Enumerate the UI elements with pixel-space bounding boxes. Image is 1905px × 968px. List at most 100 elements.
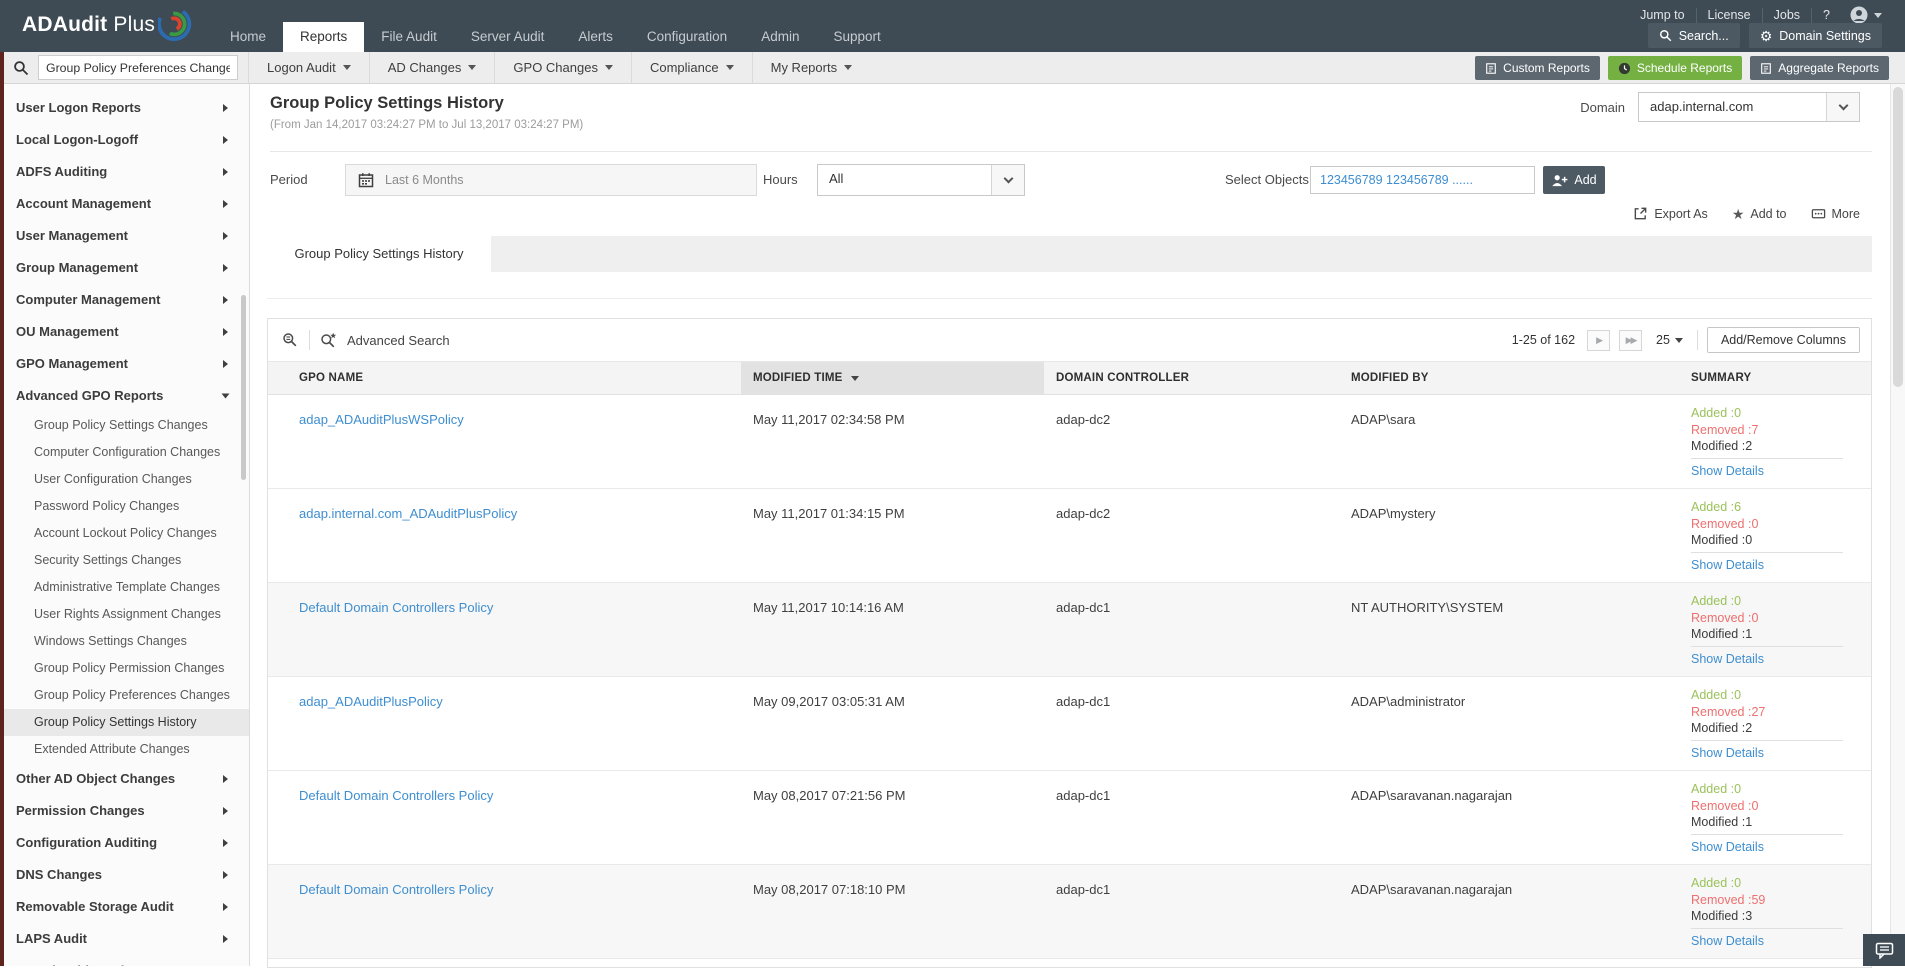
advanced-search-icon[interactable] [320, 332, 337, 349]
report-menu-item[interactable]: Logon Audit [248, 52, 369, 83]
sidebar-item[interactable]: Group Policy Preferences Changes [0, 682, 249, 709]
sidebar-item[interactable]: Extended Attribute Changes [0, 736, 249, 763]
sidebar-item[interactable]: GPO Management [0, 348, 249, 380]
nav-tab[interactable]: Alerts [561, 22, 630, 52]
sidebar-item[interactable]: LAPS Audit [0, 923, 249, 955]
add-remove-columns-button[interactable]: Add/Remove Columns [1707, 327, 1860, 353]
gpo-name-link[interactable]: adap.internal.com_ADAuditPlusPolicy [299, 506, 517, 521]
gpo-name-link[interactable]: adap_ADAuditPlusPolicy [299, 694, 443, 709]
next-page-button[interactable]: ▶ [1587, 330, 1610, 351]
sidebar-item[interactable]: Group Management [0, 252, 249, 284]
sidebar-item[interactable]: Password Policy Changes [0, 493, 249, 520]
chevron-down-icon [605, 65, 613, 70]
show-details-link[interactable]: Show Details [1691, 745, 1764, 762]
nav-tab[interactable]: Admin [744, 22, 816, 52]
nav-tab[interactable]: Configuration [630, 22, 744, 52]
sidebar-item[interactable]: Removable Storage Audit [0, 891, 249, 923]
sidebar-item[interactable]: Group Policy Settings Changes [0, 412, 249, 439]
tab-group-policy-settings-history[interactable]: Group Policy Settings History [267, 236, 491, 272]
report-search-input[interactable] [38, 55, 238, 80]
report-menu-item[interactable]: GPO Changes [494, 52, 631, 83]
sidebar-item[interactable]: User Management [0, 220, 249, 252]
report-menu-item[interactable]: My Reports [752, 52, 870, 83]
show-details-link[interactable]: Show Details [1691, 557, 1764, 574]
domain-select-value: adap.internal.com [1639, 93, 1826, 121]
summary-added: Added :0 [1691, 593, 1859, 610]
add-objects-button[interactable]: Add [1543, 166, 1605, 194]
gpo-name-link[interactable]: Default Domain Controllers Policy [299, 882, 493, 897]
sidebar-item[interactable]: Computer Management [0, 284, 249, 316]
sidebar-item[interactable]: Windows Settings Changes [0, 628, 249, 655]
search-button[interactable]: Search... [1648, 23, 1740, 48]
gpo-name-link[interactable]: Default Domain Controllers Policy [299, 600, 493, 615]
sidebar-item[interactable]: Local Logon-Logoff [0, 124, 249, 156]
sidebar-item[interactable]: ADFS Auditing [0, 156, 249, 188]
advanced-search-link[interactable]: Advanced Search [347, 333, 450, 348]
sidebar-item[interactable]: Domain Object Changes [0, 955, 249, 966]
topbar-link[interactable]: License [1696, 8, 1762, 23]
sidebar-item[interactable]: User Rights Assignment Changes [0, 601, 249, 628]
column-header-modified-time[interactable]: MODIFIED TIME [741, 362, 1044, 394]
sidebar-item[interactable]: OU Management [0, 316, 249, 348]
sidebar-item-label: Permission Changes [16, 803, 145, 818]
sidebar-item[interactable]: Group Policy Permission Changes [0, 655, 249, 682]
sidebar-item[interactable]: Computer Configuration Changes [0, 439, 249, 466]
export-as-button[interactable]: Export As [1633, 206, 1708, 221]
more-button[interactable]: More [1811, 206, 1860, 221]
last-page-button[interactable]: ▶▶ [1619, 330, 1642, 351]
show-details-link[interactable]: Show Details [1691, 651, 1764, 668]
nav-tab[interactable]: Support [816, 22, 897, 52]
show-details-link[interactable]: Show Details [1691, 839, 1764, 856]
column-header-gpo-name[interactable]: GPO NAME [268, 362, 741, 394]
show-details-link[interactable]: Show Details [1691, 463, 1764, 480]
sidebar-item[interactable]: Configuration Auditing [0, 827, 249, 859]
topbar-link[interactable]: Jump to [1629, 8, 1695, 23]
page-size-select[interactable]: 25 [1656, 333, 1683, 347]
nav-tab[interactable]: Server Audit [454, 22, 562, 52]
sidebar-item[interactable]: User Logon Reports [0, 92, 249, 124]
sidebar-item[interactable]: Group Policy Settings History [0, 709, 249, 736]
topbar-link[interactable]: Jobs [1762, 8, 1811, 23]
search-in-results-icon[interactable] [282, 332, 299, 349]
domain-settings-button[interactable]: ⚙ Domain Settings [1749, 23, 1882, 48]
report-menu-item[interactable]: AD Changes [369, 52, 495, 83]
sidebar-item[interactable]: Administrative Template Changes [0, 574, 249, 601]
table-row: adap_ADAuditPlusPolicy May 09,2017 03:05… [268, 677, 1871, 771]
sidebar-item[interactable]: Permission Changes [0, 795, 249, 827]
page-scrollbar[interactable] [1890, 84, 1905, 966]
user-menu[interactable] [1850, 6, 1882, 24]
sidebar-item[interactable]: Account Lockout Policy Changes [0, 520, 249, 547]
sidebar-item[interactable]: Other AD Object Changes [0, 763, 249, 795]
period-picker[interactable]: Last 6 Months [345, 164, 757, 196]
domain-settings-label: Domain Settings [1779, 29, 1871, 43]
add-to-button[interactable]: ★ Add to [1732, 207, 1787, 221]
chat-button[interactable] [1863, 934, 1905, 966]
gpo-name-link[interactable]: Default Domain Controllers Policy [299, 788, 493, 803]
column-header-domain-controller[interactable]: DOMAIN CONTROLLER [1044, 362, 1339, 394]
hours-select[interactable]: All [817, 164, 1025, 196]
column-header-summary[interactable]: SUMMARY [1679, 362, 1871, 394]
tab-divider [267, 298, 1872, 299]
nav-tab[interactable]: File Audit [364, 22, 454, 52]
schedule-reports-button[interactable]: Schedule Reports [1608, 56, 1742, 80]
sidebar-item[interactable]: Security Settings Changes [0, 547, 249, 574]
sidebar-item[interactable]: Account Management [0, 188, 249, 220]
nav-tab[interactable]: Home [213, 22, 283, 52]
nav-tab[interactable]: Reports [283, 22, 364, 52]
sidebar-item-label: Computer Management [16, 292, 160, 307]
app-logo[interactable]: ADAudit Plus [22, 7, 196, 43]
sidebar-item[interactable]: DNS Changes [0, 859, 249, 891]
domain-select[interactable]: adap.internal.com [1638, 92, 1860, 122]
custom-reports-button[interactable]: Custom Reports [1475, 56, 1600, 80]
report-menu-item[interactable]: Compliance [631, 52, 752, 83]
column-header-modified-by[interactable]: MODIFIED BY [1339, 362, 1679, 394]
page-scrollbar-thumb[interactable] [1893, 87, 1903, 387]
topbar-link[interactable]: ? [1811, 8, 1841, 23]
show-details-link[interactable]: Show Details [1691, 933, 1764, 950]
gpo-name-link[interactable]: adap_ADAuditPlusWSPolicy [299, 412, 464, 427]
select-objects-input[interactable] [1310, 166, 1535, 194]
sidebar-item[interactable]: Advanced GPO Reports [0, 380, 249, 412]
aggregate-reports-button[interactable]: Aggregate Reports [1750, 56, 1889, 80]
sidebar-item[interactable]: User Configuration Changes [0, 466, 249, 493]
sidebar-scrollbar-thumb[interactable] [241, 295, 246, 480]
